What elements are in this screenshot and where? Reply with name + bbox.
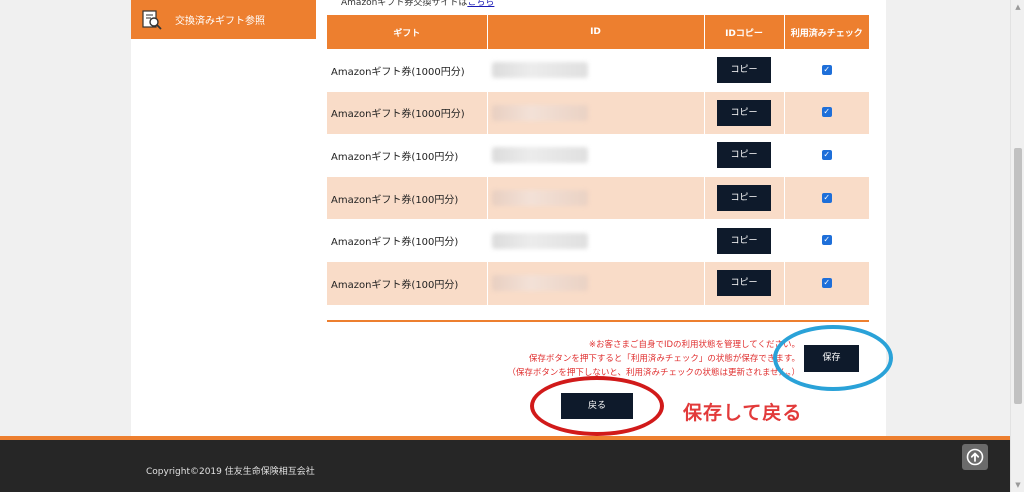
scroll-up-arrow-icon[interactable]: ▲: [1014, 2, 1022, 12]
table-header-row: ギフト ID IDコピー 利用済みチェック: [327, 15, 869, 49]
page-footer: Copyright©2019 住友生命保険相互会社: [0, 436, 1010, 492]
note-line-2: 保存ボタンを押下すると「利用済みチェック」の状態が保存できます。: [528, 354, 800, 364]
check-cell: ✓: [784, 219, 869, 262]
vertical-scrollbar[interactable]: ▲ ▼: [1010, 0, 1024, 492]
gift-name: Amazonギフト券(1000円分): [327, 49, 488, 92]
scroll-to-top-button[interactable]: [962, 444, 988, 470]
copy-button[interactable]: コピー: [717, 227, 771, 254]
check-cell: ✓: [784, 261, 869, 305]
redacted-id: [491, 104, 588, 121]
copy-cell: コピー: [704, 49, 785, 92]
gift-name: Amazonギフト券(100円分): [327, 134, 488, 177]
sidebar-item-exchanged-gifts[interactable]: 交換済みギフト参照: [131, 0, 316, 39]
exchange-site-link[interactable]: こちら: [467, 0, 494, 8]
gift-name: Amazonギフト券(100円分): [327, 219, 488, 262]
used-checkbox[interactable]: ✓: [821, 277, 832, 288]
table-row: Amazonギフト券(100円分) コピー ✓: [327, 261, 869, 305]
copy-button[interactable]: コピー: [717, 99, 771, 126]
copy-button[interactable]: コピー: [717, 142, 771, 169]
header-used-check: 利用済みチェック: [784, 15, 869, 49]
copyright-text: Copyright©2019 住友生命保険相互会社: [146, 467, 315, 477]
redacted-id: [491, 62, 588, 79]
table-bottom-divider: [327, 320, 869, 322]
used-checkbox[interactable]: ✓: [821, 64, 832, 75]
annotation-save-and-back: 保存して戻る: [683, 402, 803, 424]
intro-text: Amazonギフト券交換サイトは: [341, 0, 468, 8]
used-checkbox[interactable]: ✓: [821, 192, 832, 203]
note-line-3: （保存ボタンを押下しないと、利用済みチェックの状態は更新されません。）: [507, 368, 800, 378]
redacted-id: [491, 190, 588, 207]
gift-id-cell: [487, 134, 705, 177]
redacted-id: [491, 232, 588, 249]
copy-button[interactable]: コピー: [717, 270, 771, 297]
gift-id-cell: [487, 91, 705, 135]
copy-button[interactable]: コピー: [717, 185, 771, 212]
sidebar-item-label: 交換済みギフト参照: [175, 16, 265, 27]
check-cell: ✓: [784, 134, 869, 177]
redacted-id: [491, 147, 588, 164]
gift-name: Amazonギフト券(1000円分): [327, 91, 488, 135]
table-row: Amazonギフト券(1000円分) コピー ✓: [327, 91, 869, 135]
header-id: ID: [487, 15, 705, 49]
header-id-copy: IDコピー: [704, 15, 785, 49]
exchange-site-intro: Amazonギフト券交換サイトはこちら: [341, 0, 494, 9]
redacted-id: [491, 275, 588, 292]
note-line-1: ※お客さまご自身でIDの利用状態を管理してください。: [588, 340, 800, 350]
check-cell: ✓: [784, 91, 869, 135]
arrow-up-circle-icon: [966, 448, 984, 466]
copy-cell: コピー: [704, 134, 785, 177]
copy-cell: コピー: [704, 176, 785, 220]
used-checkbox[interactable]: ✓: [821, 107, 832, 118]
gift-id-cell: [487, 176, 705, 220]
used-checkbox[interactable]: ✓: [821, 235, 832, 246]
scroll-down-arrow-icon[interactable]: ▼: [1014, 480, 1022, 490]
check-cell: ✓: [784, 49, 869, 92]
table-row: Amazonギフト券(1000円分) コピー ✓: [327, 49, 869, 92]
highlight-ring-save: [773, 325, 893, 391]
highlight-ring-back: [530, 376, 664, 436]
gift-id-cell: [487, 261, 705, 305]
copy-cell: コピー: [704, 91, 785, 135]
check-cell: ✓: [784, 176, 869, 220]
table-row: Amazonギフト券(100円分) コピー ✓: [327, 219, 869, 262]
gift-id-cell: [487, 219, 705, 262]
copy-cell: コピー: [704, 219, 785, 262]
gift-table: ギフト ID IDコピー 利用済みチェック Amazonギフト券(1000円分)…: [327, 15, 869, 305]
gift-name: Amazonギフト券(100円分): [327, 261, 488, 305]
copy-button[interactable]: コピー: [717, 57, 771, 84]
gift-id-cell: [487, 49, 705, 92]
search-document-icon: [142, 9, 162, 30]
used-checkbox[interactable]: ✓: [821, 149, 832, 160]
header-gift: ギフト: [327, 15, 488, 49]
copy-cell: コピー: [704, 261, 785, 305]
table-row: Amazonギフト券(100円分) コピー ✓: [327, 176, 869, 220]
table-row: Amazonギフト券(100円分) コピー ✓: [327, 134, 869, 177]
scrollbar-thumb[interactable]: [1014, 148, 1022, 404]
gift-name: Amazonギフト券(100円分): [327, 176, 488, 220]
